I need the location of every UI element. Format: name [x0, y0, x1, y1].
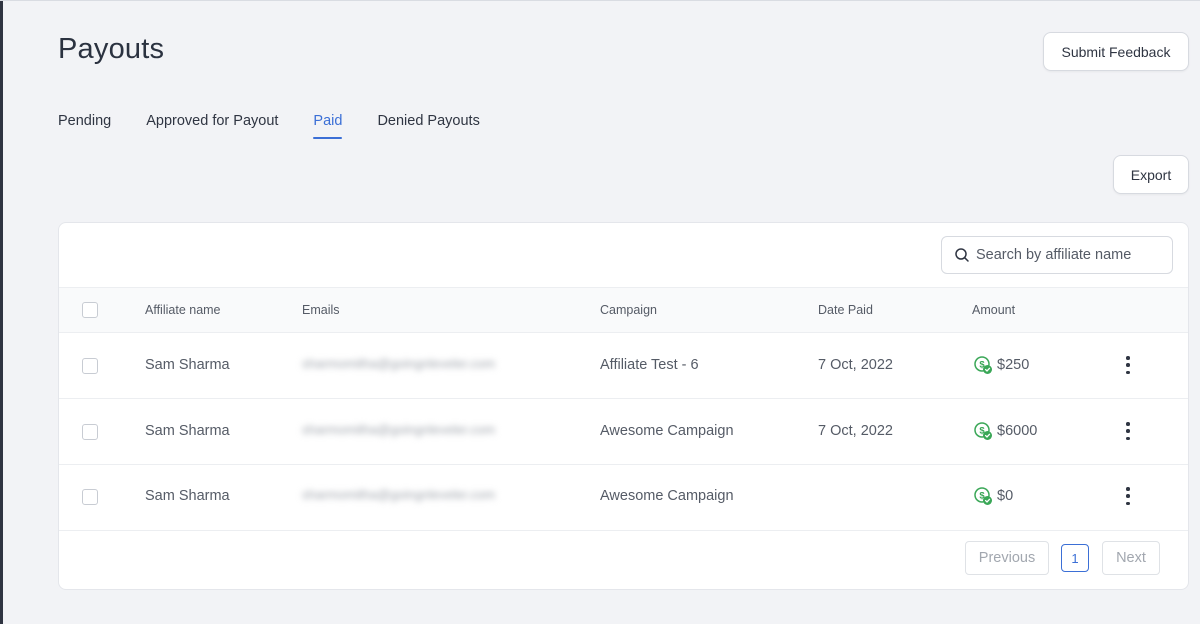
date-paid: 7 Oct, 2022 — [818, 423, 893, 439]
window-top-edge — [0, 0, 1200, 1]
campaign-name: Awesome Campaign — [600, 488, 734, 504]
table-row: Sam Sharma sharmomitha@goingnleveler.com… — [59, 399, 1188, 465]
campaign-name: Awesome Campaign — [600, 423, 734, 439]
affiliate-name: Sam Sharma — [145, 488, 230, 504]
affiliate-name: Sam Sharma — [145, 423, 230, 439]
column-header-amount[interactable]: Amount — [972, 303, 1015, 317]
window-left-edge — [0, 0, 3, 624]
search-icon — [955, 248, 969, 262]
column-header-emails[interactable]: Emails — [302, 303, 340, 317]
payouts-table-card: Affiliate name Emails Campaign Date Paid… — [58, 222, 1189, 590]
row-actions-menu-icon[interactable] — [1121, 487, 1135, 505]
campaign-name: Affiliate Test - 6 — [600, 357, 699, 373]
tab-denied-payouts[interactable]: Denied Payouts — [377, 113, 479, 139]
row-actions-menu-icon[interactable] — [1121, 356, 1135, 374]
row-checkbox[interactable] — [82, 489, 98, 505]
paid-dollar-icon: $ — [974, 356, 992, 374]
table-row: Sam Sharma sharmomitha@goingnleveler.com… — [59, 465, 1188, 531]
page-title: Payouts — [58, 33, 165, 65]
table-row: Sam Sharma sharmomitha@goingnleveler.com… — [59, 333, 1188, 399]
amount-cell: $ $250 — [973, 355, 1029, 375]
amount-cell: $ $0 — [973, 486, 1013, 506]
row-checkbox[interactable] — [82, 424, 98, 440]
pagination-previous-button[interactable]: Previous — [965, 541, 1049, 575]
date-paid: 7 Oct, 2022 — [818, 357, 893, 373]
amount-value: $250 — [997, 357, 1030, 373]
paid-dollar-icon: $ — [974, 422, 992, 440]
search-input[interactable] — [976, 247, 1166, 263]
affiliate-email: sharmomitha@goingnleveler.com — [302, 356, 496, 371]
affiliate-email: sharmomitha@goingnleveler.com — [302, 487, 496, 502]
column-header-affiliate[interactable]: Affiliate name — [145, 303, 221, 317]
export-button[interactable]: Export — [1113, 155, 1189, 194]
tab-paid[interactable]: Paid — [313, 113, 343, 139]
table-header: Affiliate name Emails Campaign Date Paid… — [59, 287, 1188, 333]
affiliate-email: sharmomitha@goingnleveler.com — [302, 422, 496, 437]
submit-feedback-button[interactable]: Submit Feedback — [1043, 32, 1189, 71]
paid-dollar-icon: $ — [974, 487, 992, 505]
row-checkbox[interactable] — [82, 358, 98, 374]
select-all-checkbox[interactable] — [82, 302, 98, 318]
column-header-campaign[interactable]: Campaign — [600, 303, 657, 317]
pagination-next-button[interactable]: Next — [1102, 541, 1160, 575]
affiliate-name: Sam Sharma — [145, 357, 230, 373]
amount-value: $6000 — [997, 423, 1038, 439]
pagination-page-1[interactable]: 1 — [1061, 544, 1089, 572]
search-box[interactable] — [941, 236, 1173, 274]
tab-pending[interactable]: Pending — [58, 113, 111, 139]
payout-tabs: Pending Approved for Payout Paid Denied … — [58, 113, 515, 139]
column-header-date-paid[interactable]: Date Paid — [818, 303, 873, 317]
row-actions-menu-icon[interactable] — [1121, 422, 1135, 440]
amount-cell: $ $6000 — [973, 421, 1037, 441]
tab-approved-for-payout[interactable]: Approved for Payout — [146, 113, 278, 139]
amount-value: $0 — [997, 488, 1014, 504]
